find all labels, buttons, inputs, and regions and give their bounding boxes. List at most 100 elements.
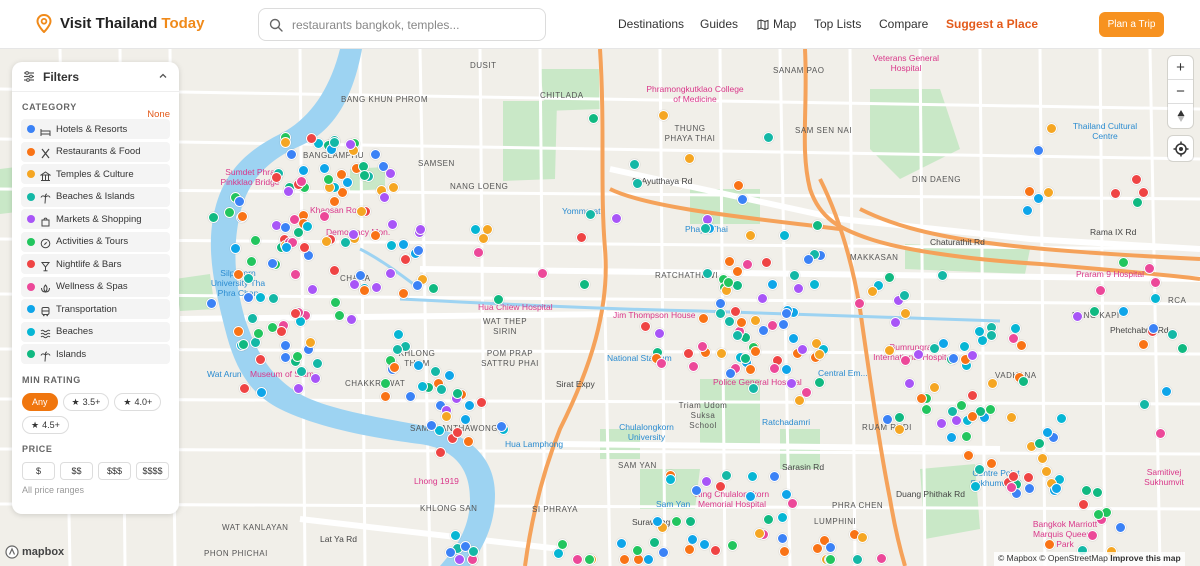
place-marker[interactable] xyxy=(853,298,865,310)
place-marker[interactable] xyxy=(731,265,743,277)
place-marker[interactable] xyxy=(761,256,773,268)
place-marker[interactable] xyxy=(709,545,721,557)
place-marker[interactable] xyxy=(369,230,381,242)
category-item[interactable]: Nightlife & Bars xyxy=(21,254,170,274)
category-item[interactable]: Restaurants & Food xyxy=(21,141,170,162)
price-3[interactable]: $$$ xyxy=(98,462,131,480)
place-marker[interactable] xyxy=(1033,438,1045,450)
place-marker[interactable] xyxy=(756,293,768,305)
geolocate-button[interactable] xyxy=(1168,136,1193,161)
place-marker[interactable] xyxy=(697,312,709,324)
place-marker[interactable] xyxy=(1093,508,1105,520)
category-item[interactable]: Hotels & Resorts xyxy=(21,119,170,139)
brand-logo[interactable]: Visit Thailand Today xyxy=(36,14,204,33)
place-marker[interactable] xyxy=(811,219,823,231)
place-marker[interactable] xyxy=(1037,452,1048,464)
nav-map[interactable]: Map xyxy=(757,17,814,31)
place-marker[interactable] xyxy=(358,169,370,181)
place-marker[interactable] xyxy=(824,554,836,565)
place-marker[interactable] xyxy=(747,382,759,394)
zoom-out-button[interactable]: − xyxy=(1168,80,1193,104)
place-marker[interactable] xyxy=(328,136,340,148)
place-marker[interactable] xyxy=(459,413,471,425)
category-item[interactable]: Activities & Tours xyxy=(21,231,170,252)
place-marker[interactable] xyxy=(1040,465,1052,477)
place-marker[interactable] xyxy=(536,267,548,279)
place-marker[interactable] xyxy=(724,367,736,379)
place-marker[interactable] xyxy=(945,432,957,444)
category-item[interactable]: Markets & Shopping xyxy=(21,209,170,229)
place-marker[interactable] xyxy=(960,430,972,442)
place-marker[interactable] xyxy=(766,278,778,290)
place-marker[interactable] xyxy=(670,515,682,527)
place-marker[interactable] xyxy=(1005,481,1017,493)
place-marker[interactable] xyxy=(348,278,360,290)
place-marker[interactable] xyxy=(899,354,911,366)
place-marker[interactable] xyxy=(825,541,837,553)
place-marker[interactable] xyxy=(946,406,958,417)
place-marker[interactable] xyxy=(552,548,564,560)
place-marker[interactable] xyxy=(813,349,825,361)
place-marker[interactable] xyxy=(266,258,278,269)
map-canvas[interactable]: DUSIT SAMSEN BANG KHUN PHROM CHITLADA SA… xyxy=(0,49,1200,566)
category-item[interactable]: Temples & Culture xyxy=(21,164,170,184)
place-marker[interactable] xyxy=(230,242,242,254)
rating-any[interactable]: Any xyxy=(22,393,58,411)
place-marker[interactable] xyxy=(397,288,409,300)
place-marker[interactable] xyxy=(463,399,475,411)
price-2[interactable]: $$ xyxy=(60,462,93,480)
place-marker[interactable] xyxy=(654,327,666,339)
rating-4-0[interactable]: ★ 4.0+ xyxy=(114,393,162,411)
place-marker[interactable] xyxy=(306,132,318,144)
place-marker[interactable] xyxy=(967,349,979,361)
category-item[interactable]: Transportation xyxy=(21,299,170,319)
place-marker[interactable] xyxy=(557,538,569,550)
place-marker[interactable] xyxy=(380,377,391,389)
place-marker[interactable] xyxy=(984,403,996,415)
place-marker[interactable] xyxy=(295,176,307,188)
place-marker[interactable] xyxy=(416,380,428,392)
place-marker[interactable] xyxy=(615,538,627,550)
place-marker[interactable] xyxy=(894,423,906,435)
place-marker[interactable] xyxy=(356,205,368,217)
place-marker[interactable] xyxy=(267,292,279,304)
place-marker[interactable] xyxy=(1042,186,1054,198)
place-marker[interactable] xyxy=(239,382,251,394)
place-marker[interactable] xyxy=(687,361,699,373)
place-marker[interactable] xyxy=(776,533,788,545)
place-marker[interactable] xyxy=(436,383,448,395)
place-marker[interactable] xyxy=(889,317,901,329)
nav-compare[interactable]: Compare xyxy=(879,17,946,31)
place-marker[interactable] xyxy=(246,313,258,325)
place-marker[interactable] xyxy=(683,153,695,165)
place-marker[interactable] xyxy=(749,346,761,358)
place-marker[interactable] xyxy=(883,344,895,356)
place-marker[interactable] xyxy=(1050,483,1062,495)
place-marker[interactable] xyxy=(664,474,676,486)
search-input[interactable] xyxy=(292,17,532,32)
place-marker[interactable] xyxy=(306,284,318,296)
attrib-improve[interactable]: Improve this map xyxy=(1110,553,1180,563)
place-marker[interactable] xyxy=(758,324,770,336)
place-marker[interactable] xyxy=(279,221,291,233)
place-marker[interactable] xyxy=(236,210,248,222)
zoom-in-button[interactable]: + xyxy=(1168,56,1193,80)
place-marker[interactable] xyxy=(427,282,439,294)
place-marker[interactable] xyxy=(726,540,738,552)
place-marker[interactable] xyxy=(243,291,255,303)
clear-categories-link[interactable]: None xyxy=(147,109,170,120)
place-marker[interactable] xyxy=(322,174,334,186)
category-item[interactable]: Beaches & Islands xyxy=(21,186,170,207)
place-marker[interactable] xyxy=(898,290,910,302)
nav-suggest-place[interactable]: Suggest a Place xyxy=(946,17,1038,31)
place-marker[interactable] xyxy=(1078,498,1090,510)
place-marker[interactable] xyxy=(311,357,323,369)
place-marker[interactable] xyxy=(928,381,940,393)
nav-destinations[interactable]: Destinations xyxy=(618,17,700,31)
attrib-osm[interactable]: © OpenStreetMap xyxy=(1039,553,1108,563)
place-marker[interactable] xyxy=(786,377,798,389)
place-marker[interactable] xyxy=(369,149,381,161)
place-marker[interactable] xyxy=(648,536,660,548)
place-marker[interactable] xyxy=(788,269,800,281)
place-marker[interactable] xyxy=(1056,412,1068,424)
